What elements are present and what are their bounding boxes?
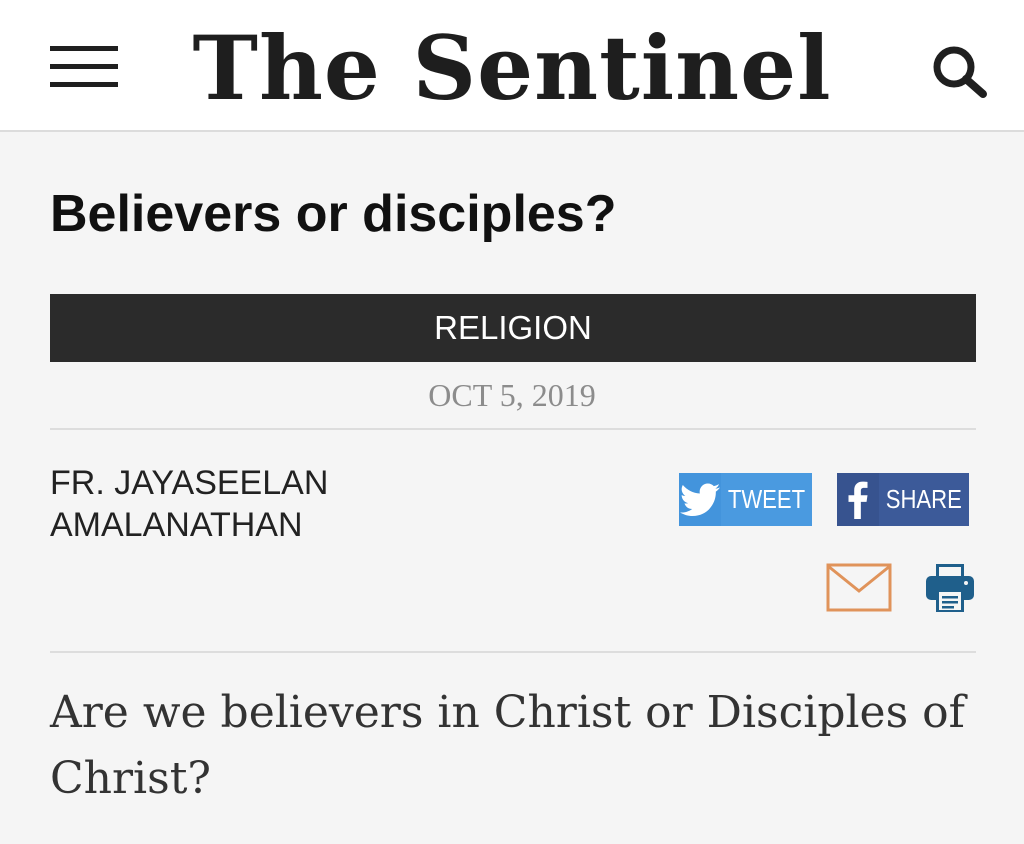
publish-date: OCT 5, 2019 — [428, 377, 596, 413]
print-button[interactable] — [924, 562, 976, 614]
article-title: Believers or disciples? — [50, 185, 617, 243]
facebook-icon — [837, 473, 880, 526]
site-header: The Sentinel — [0, 0, 1024, 132]
search-icon — [933, 46, 987, 98]
author-byline[interactable]: FR. JAYASEELAN AMALANATHAN — [50, 462, 470, 546]
tweet-button[interactable]: TWEET — [679, 473, 812, 526]
site-logo[interactable]: The Sentinel — [0, 18, 1024, 118]
email-button[interactable] — [826, 563, 892, 612]
facebook-share-button[interactable]: SHARE — [837, 473, 969, 526]
email-envelope-icon — [826, 563, 892, 612]
author-name-line2: AMALANATHAN — [50, 506, 303, 544]
tweet-label: TWEET — [727, 484, 806, 514]
article-lead-paragraph: Are we believers in Christ or Disciples … — [50, 687, 965, 804]
author-name-line1: FR. JAYASEELAN — [50, 464, 329, 502]
share-label: SHARE — [886, 484, 963, 514]
twitter-bird-icon — [679, 473, 721, 526]
category-banner[interactable]: RELIGION — [50, 294, 976, 362]
search-button[interactable] — [928, 42, 990, 98]
divider — [50, 651, 976, 653]
printer-icon — [926, 564, 974, 612]
divider — [50, 428, 976, 430]
